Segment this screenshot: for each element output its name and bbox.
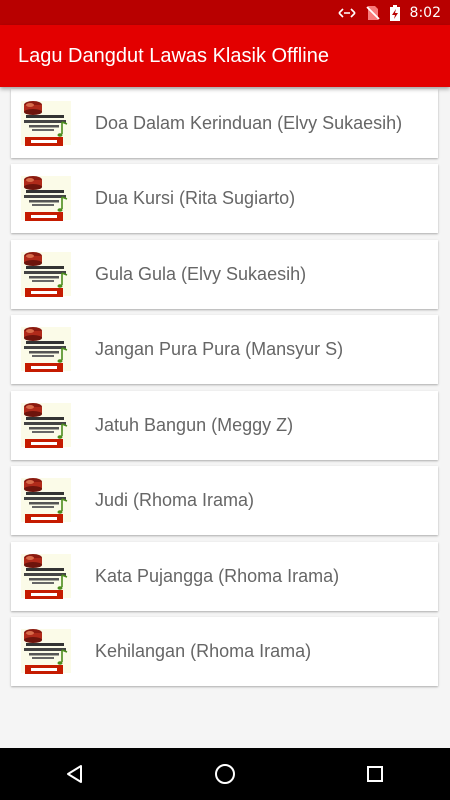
song-title: Judi (Rhoma Irama): [95, 490, 255, 510]
app-title: Lagu Dangdut Lawas Klasik Offline: [18, 44, 329, 67]
back-button[interactable]: [45, 748, 105, 800]
no-sim-icon: [365, 5, 380, 21]
song-title: Doa Dalam Kerinduan (Elvy Sukaesih): [95, 113, 403, 133]
app-logo-icon: [12, 618, 79, 685]
home-button[interactable]: [195, 748, 255, 800]
list-item[interactable]: Dua Kursi (Rita Sugiarto): [11, 164, 438, 233]
list-item[interactable]: Judi (Rhoma Irama): [11, 466, 438, 535]
app-bar: Lagu Dangdut Lawas Klasik Offline: [0, 25, 450, 87]
home-icon: [215, 764, 235, 784]
app-logo-icon: [12, 165, 79, 232]
navigation-bar: [0, 748, 450, 800]
status-bar: 8:02: [0, 0, 450, 25]
song-title: Dua Kursi (Rita Sugiarto): [95, 188, 296, 208]
data-transfer-icon: [337, 7, 356, 19]
app-logo-icon: [12, 241, 79, 308]
song-title: Jangan Pura Pura (Mansyur S): [95, 339, 344, 359]
list-item[interactable]: Doa Dalam Kerinduan (Elvy Sukaesih): [11, 89, 438, 158]
battery-charging-icon: [389, 4, 400, 21]
song-title: Gula Gula (Elvy Sukaesih): [95, 264, 307, 284]
song-title: Kata Pujangga (Rhoma Irama): [95, 566, 340, 586]
recents-icon: [367, 766, 383, 782]
list-item[interactable]: Jangan Pura Pura (Mansyur S): [11, 315, 438, 384]
song-list[interactable]: Doa Dalam Kerinduan (Elvy Sukaesih) Dua …: [0, 87, 450, 748]
song-title: Jatuh Bangun (Meggy Z): [95, 415, 294, 435]
app-logo-icon: [12, 467, 79, 534]
list-item[interactable]: Gula Gula (Elvy Sukaesih): [11, 240, 438, 309]
status-time: 8:02: [409, 4, 441, 21]
app-logo-icon: [12, 90, 79, 157]
song-title: Kehilangan (Rhoma Irama): [95, 641, 312, 661]
list-item[interactable]: Kehilangan (Rhoma Irama): [11, 617, 438, 686]
list-item[interactable]: Kata Pujangga (Rhoma Irama): [11, 542, 438, 611]
app-logo-icon: [12, 392, 79, 459]
back-icon: [67, 765, 82, 783]
list-item[interactable]: Jatuh Bangun (Meggy Z): [11, 391, 438, 460]
recents-button[interactable]: [345, 748, 405, 800]
app-logo-icon: [12, 543, 79, 610]
app-logo-icon: [12, 316, 79, 383]
